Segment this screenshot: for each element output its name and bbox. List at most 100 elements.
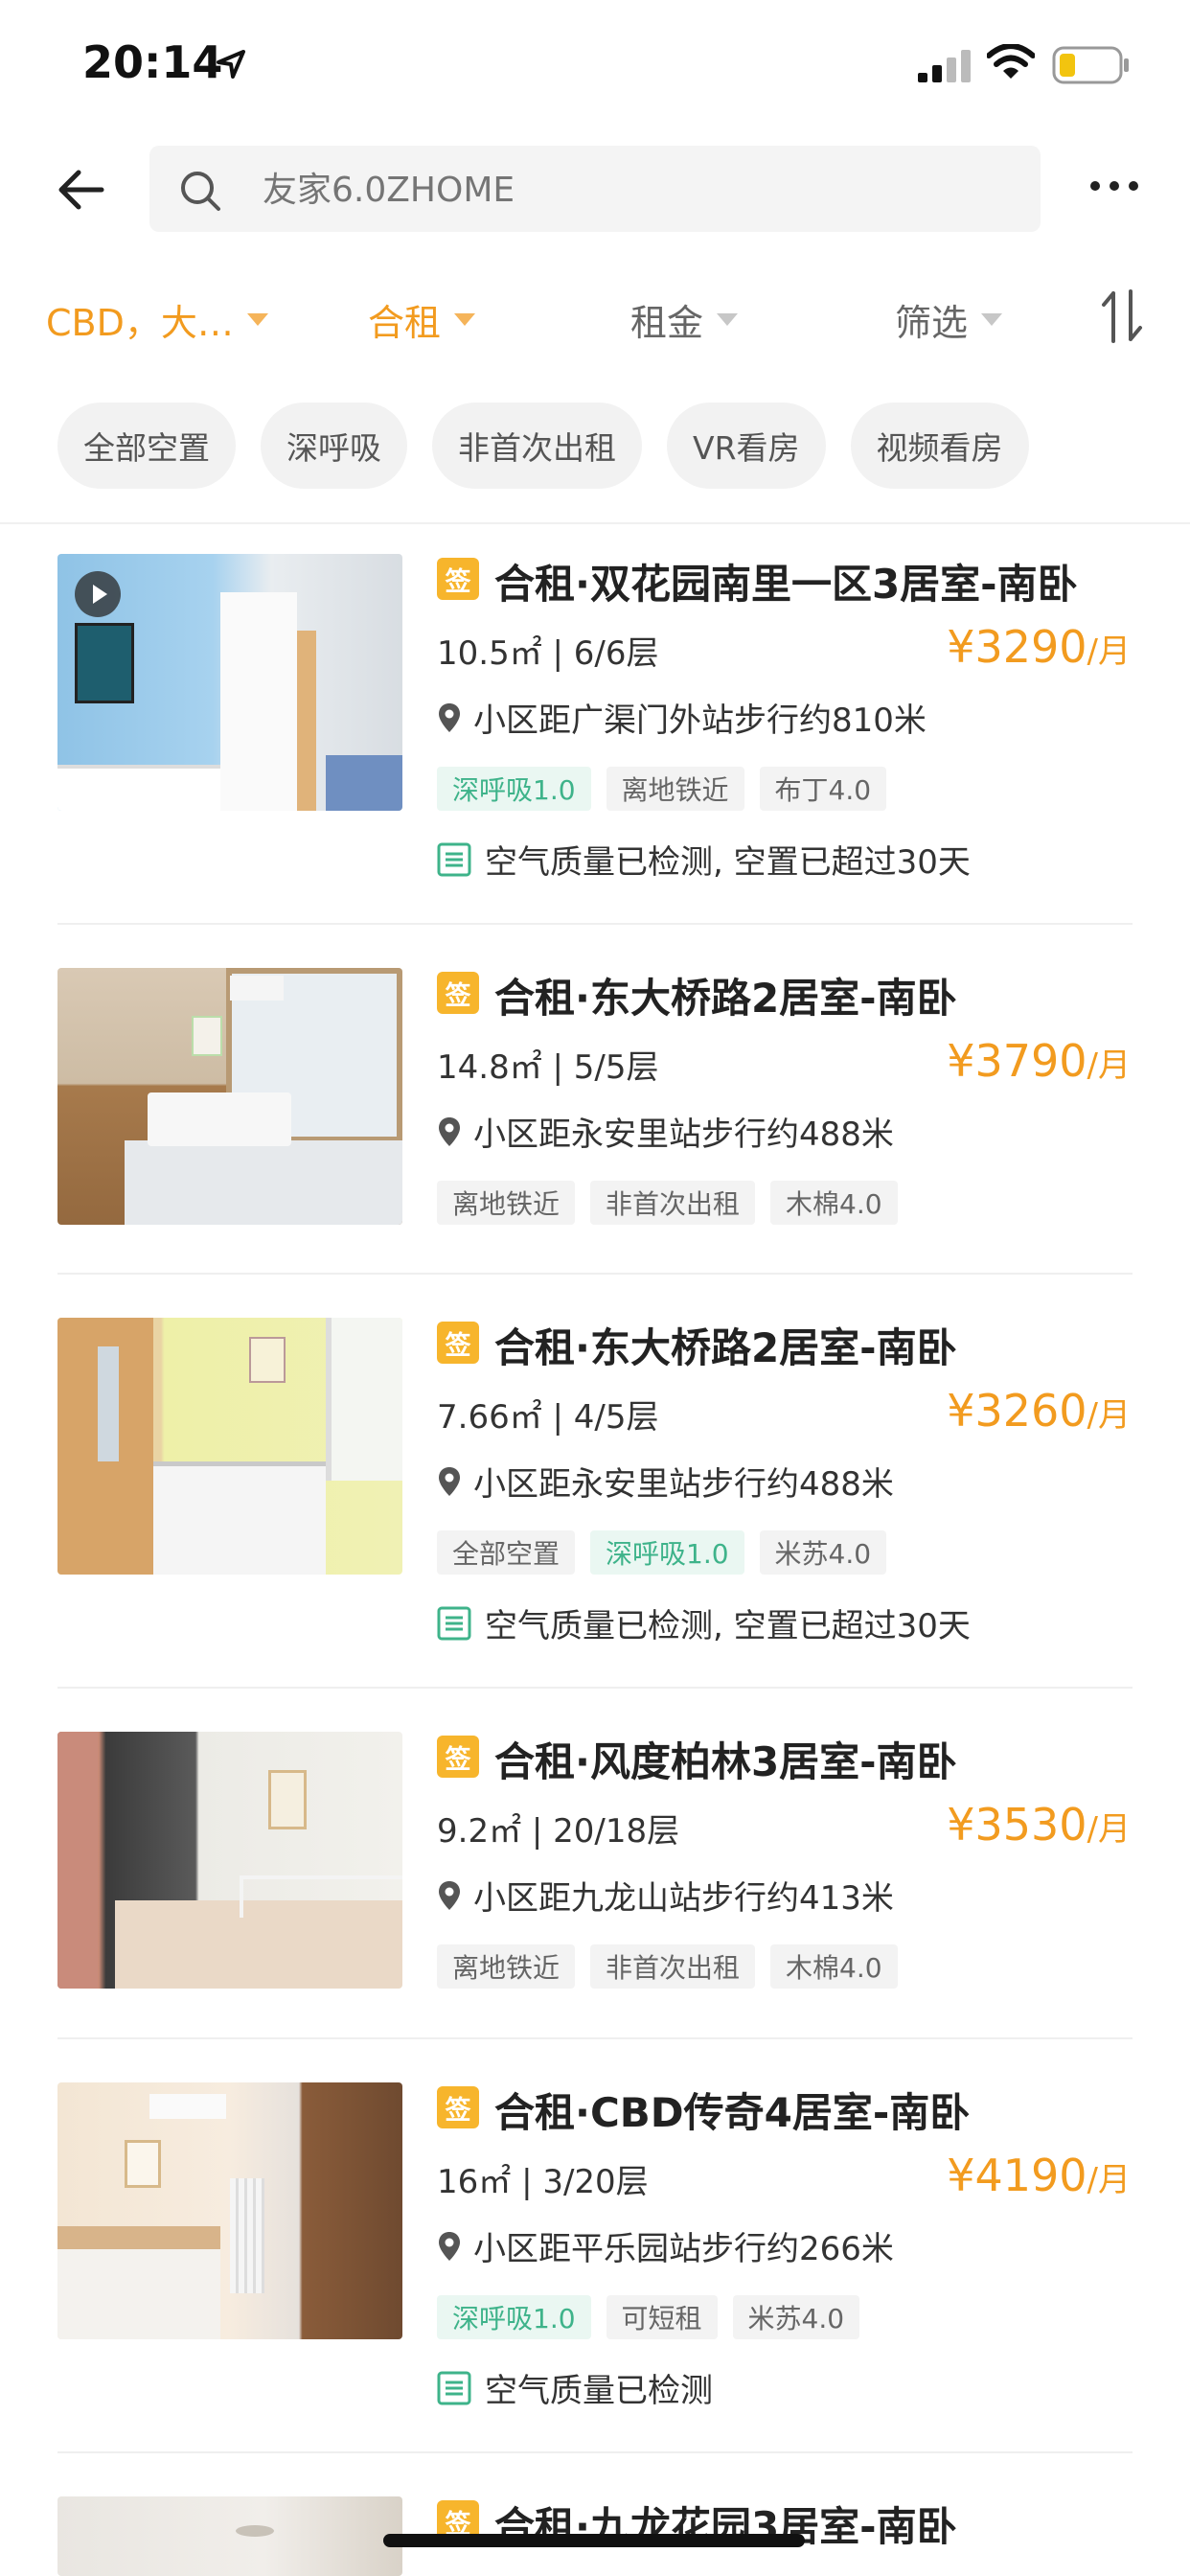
tag: 深呼吸1.0 xyxy=(590,1530,744,1575)
listing-photo[interactable] xyxy=(57,968,402,1225)
search-input[interactable] xyxy=(261,146,1012,234)
filter-rent-type[interactable]: 合租 xyxy=(368,293,476,346)
wall-picture xyxy=(192,1016,222,1056)
divider xyxy=(57,923,1133,925)
battery-icon xyxy=(1052,46,1129,84)
filter-rent-type-label: 合租 xyxy=(368,302,442,344)
divider xyxy=(57,2037,1133,2039)
location-text: 小区距永安里站步行约488米 xyxy=(473,1465,894,1504)
location-line: 小区距永安里站步行约488米 xyxy=(437,1108,894,1155)
sign-badge: 签 xyxy=(437,2086,479,2128)
area-floor: 9.2㎡ | 20/18层 xyxy=(437,1812,680,1851)
filter-price-label: 租金 xyxy=(630,302,704,344)
area-floor: 10.5㎡ | 6/6层 xyxy=(437,634,659,673)
price: ¥4190/月 xyxy=(947,2150,1131,2201)
status-bar: 20:14 xyxy=(0,0,1190,126)
filter-more[interactable]: 筛选 xyxy=(895,293,1003,346)
divider xyxy=(57,2451,1133,2453)
search-icon xyxy=(181,172,220,211)
price: ¥3790/月 xyxy=(947,1035,1131,1087)
chip-vr-viewing[interactable]: VR看房 xyxy=(667,402,826,489)
signal-icon xyxy=(918,50,971,82)
listing-photo[interactable] xyxy=(57,554,402,811)
wall-picture xyxy=(249,1337,286,1383)
wall-picture xyxy=(125,2140,161,2188)
quick-filter-chips: 全部空置 深呼吸 非首次出租 VR看房 视频看房 xyxy=(57,402,1029,489)
tag: 离地铁近 xyxy=(437,1181,576,1225)
headboard xyxy=(148,1092,291,1146)
location-text: 小区距永安里站步行约488米 xyxy=(473,1116,894,1154)
listing-photo[interactable] xyxy=(57,2082,402,2339)
air-quality-line: 空气质量已检测 xyxy=(437,2364,713,2411)
tag: 米苏4.0 xyxy=(759,1530,887,1575)
chip-not-first-rent[interactable]: 非首次出租 xyxy=(432,402,642,489)
more-icon[interactable] xyxy=(1088,176,1140,196)
bed xyxy=(57,2226,220,2339)
listing-title[interactable]: 合租·风度柏林3居室-南卧 xyxy=(494,1730,957,1788)
filter-price[interactable]: 租金 xyxy=(630,293,739,346)
price: ¥3290/月 xyxy=(947,621,1131,673)
price-unit: /月 xyxy=(1087,1396,1131,1435)
tag-list: 深呼吸1.0 可短租 米苏4.0 xyxy=(437,2295,860,2339)
location-text: 小区距九龙山站步行约413米 xyxy=(473,1879,894,1918)
sign-badge: 签 xyxy=(437,1322,479,1364)
listing-title[interactable]: 合租·东大桥路2居室-南卧 xyxy=(494,1316,957,1374)
caret-down-icon xyxy=(246,313,268,326)
back-arrow-icon[interactable] xyxy=(54,163,107,217)
bed xyxy=(125,1140,402,1225)
filter-area[interactable]: CBD，大… xyxy=(46,293,268,346)
filter-bar: CBD，大… 合租 租金 筛选 xyxy=(0,284,1190,360)
divider xyxy=(57,1273,1133,1275)
caret-down-icon xyxy=(454,313,476,326)
listing-title[interactable]: 合租·CBD传奇4居室-南卧 xyxy=(494,2081,970,2139)
listing-photo[interactable] xyxy=(57,2496,402,2576)
sign-badge: 签 xyxy=(437,972,479,1014)
listing-photo[interactable] xyxy=(57,1318,402,1575)
air-quality-icon xyxy=(437,2371,471,2404)
location-text: 小区距平乐园站步行约266米 xyxy=(473,2230,894,2268)
area-floor: 16㎡ | 3/20层 xyxy=(437,2163,649,2201)
play-icon[interactable] xyxy=(75,571,121,617)
price: ¥3260/月 xyxy=(947,1385,1131,1437)
chip-all-vacant[interactable]: 全部空置 xyxy=(57,402,236,489)
location-pin-icon xyxy=(439,702,460,732)
chip-video-viewing[interactable]: 视频看房 xyxy=(850,402,1029,489)
wardrobe xyxy=(220,592,297,811)
area-floor: 7.66㎡ | 4/5层 xyxy=(437,1398,659,1437)
location-pin-icon xyxy=(439,1116,460,1146)
tag-list: 全部空置 深呼吸1.0 米苏4.0 xyxy=(437,1530,887,1575)
location-line: 小区距平乐园站步行约266米 xyxy=(437,2222,894,2269)
tag: 非首次出租 xyxy=(590,1944,756,1989)
tag: 木棉4.0 xyxy=(770,1181,898,1225)
price-amount: ¥3290 xyxy=(947,621,1087,673)
air-conditioner xyxy=(230,976,284,1000)
tag: 离地铁近 xyxy=(606,767,744,811)
air-quality-icon xyxy=(437,1606,471,1640)
tag: 深呼吸1.0 xyxy=(437,767,591,811)
sort-icon[interactable] xyxy=(1100,288,1144,345)
location-pin-icon xyxy=(439,1880,460,1910)
wall-poster xyxy=(75,623,134,703)
listing-title[interactable]: 合租·双花园南里一区3居室-南卧 xyxy=(494,552,1078,610)
search-box[interactable] xyxy=(149,146,1041,234)
price: ¥3530/月 xyxy=(947,1799,1131,1851)
area-floor: 14.8㎡ | 5/5层 xyxy=(437,1048,659,1087)
air-conditioner xyxy=(149,2094,226,2119)
caret-down-icon xyxy=(981,313,1003,326)
price-amount: ¥3790 xyxy=(947,1035,1087,1087)
filter-more-label: 筛选 xyxy=(895,302,969,344)
curtain xyxy=(57,1732,98,1989)
bed xyxy=(57,765,220,811)
caret-down-icon xyxy=(717,313,739,326)
location-text: 小区距广渠门外站步行约810米 xyxy=(473,702,927,740)
listing-title[interactable]: 合租·东大桥路2居室-南卧 xyxy=(494,966,957,1024)
listing-photo[interactable] xyxy=(57,1732,402,1989)
top-nav xyxy=(0,144,1190,234)
location-arrow-icon xyxy=(217,50,245,79)
radiator xyxy=(230,2178,264,2293)
chip-deep-breath[interactable]: 深呼吸 xyxy=(261,402,407,489)
divider xyxy=(0,522,1190,524)
status-time: 20:14 xyxy=(82,36,223,88)
chair xyxy=(326,755,402,811)
air-quality-line: 空气质量已检测, 空置已超过30天 xyxy=(437,1599,971,1646)
